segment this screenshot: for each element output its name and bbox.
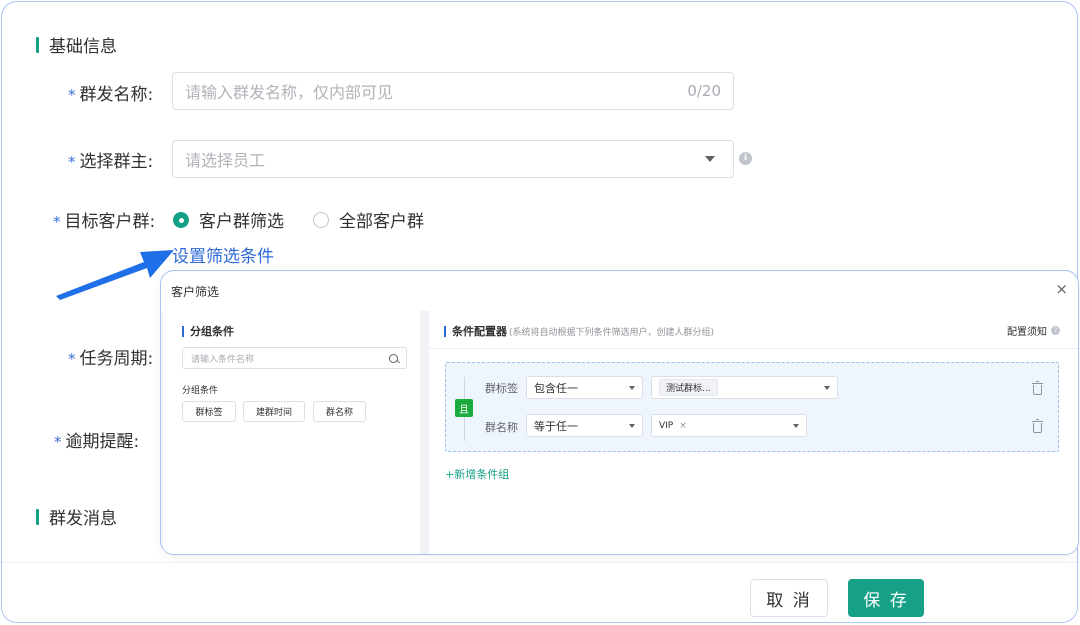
group-owner-select[interactable]: 请选择员工 [172,140,734,178]
group-owner-label: * 选择群主: [68,147,153,172]
section-group-message-title: 群发消息 [49,509,117,529]
condition-configurator-subtitle: (系统将自动根据下列条件筛选用户，创建人群分组) [509,327,715,338]
chevron-down-icon [793,423,799,428]
save-button[interactable]: 保 存 [848,579,924,617]
section-marker [444,325,446,337]
cancel-button[interactable]: 取 消 [750,579,828,617]
overdue-reminder-label-text: 逾期提醒: [65,432,140,452]
required-mark: * [68,86,76,104]
condition-value-select[interactable]: VIP × [651,414,807,437]
section-group-message: 群发消息 [36,504,117,529]
condition-search-placeholder: 请输入条件名称 [191,354,255,365]
pointer-arrow-icon [56,250,174,300]
condition-configurator-pane: 条件配置器 (系统将自动根据下列条件筛选用户，创建人群分组) 配置须知 ? 且 … [429,311,1078,554]
group-owner-label-text: 选择群主: [79,152,154,172]
target-group-label-text: 目标客户群: [64,212,156,232]
chevron-down-icon [629,385,635,390]
radio-all-groups-label: 全部客户群 [339,212,424,232]
condition-configurator-title: 条件配置器 (系统将自动根据下列条件筛选用户，创建人群分组) [444,323,714,339]
config-notice-text: 配置须知 [1007,327,1047,338]
group-conditions-caption: 分组条件 [182,386,219,396]
group-name-label-text: 群发名称: [79,85,154,105]
config-notice-link[interactable]: 配置须知 ? [1007,323,1060,338]
section-marker [182,325,184,337]
group-name-label: * 群发名称: [68,80,153,105]
condition-value-select[interactable]: 测试群标... [651,376,838,399]
target-group-label: * 目标客户群: [53,207,155,232]
required-mark: * [53,213,61,231]
condition-operator-value: 包含任一 [534,381,578,395]
condition-operator-value: 等于任一 [534,419,578,433]
chevron-down-icon [629,423,635,428]
group-name-char-count: 0/20 [687,82,721,100]
radio-all-groups[interactable]: 全部客户群 [313,207,424,232]
help-icon: ? [1051,326,1060,335]
delete-condition-icon[interactable] [1032,381,1043,395]
customer-filter-dialog: 客户筛选 × 分组条件 请输入条件名称 分组条件 群标签 建群时间 群名称 条件… [160,270,1079,555]
condition-operator-select[interactable]: 等于任一 [526,414,643,437]
required-mark: * [68,350,76,368]
pane-divider [429,348,1078,349]
form-footer: 取 消 保 存 [2,562,1077,622]
radio-group-filter[interactable]: 客户群筛选 [173,207,284,232]
condition-field-label: 群名称 [485,421,518,434]
condition-group: 且 群标签 包含任一 测试群标... 群名称 等于任一 VIP × [445,362,1059,452]
selected-tag-chip: 测试群标... [659,379,718,396]
section-marker [36,508,39,525]
condition-search-input[interactable]: 请输入条件名称 [182,347,407,369]
remove-tag-icon[interactable]: × [679,421,687,431]
add-condition-group-button[interactable]: +新增条件组 [445,466,509,482]
section-basic-info-title: 基础信息 [49,37,117,57]
radio-group-filter-label: 客户群筛选 [199,212,284,232]
dialog-header: 客户筛选 × [161,271,1078,311]
condition-field-label: 群标签 [485,382,518,395]
close-icon[interactable]: × [1055,281,1068,297]
group-owner-placeholder: 请选择员工 [185,151,266,170]
search-icon[interactable] [389,353,398,363]
chevron-down-icon [705,156,715,162]
overdue-reminder-label: * 逾期提醒: [54,427,139,452]
group-conditions-title-text: 分组条件 [190,325,234,338]
dialog-title: 客户筛选 [171,284,220,299]
chevron-down-icon [824,385,830,390]
selected-tag-chip: VIP × [659,421,687,431]
condition-configurator-title-text: 条件配置器 [452,325,507,338]
task-period-label: * 任务周期: [68,344,153,369]
task-period-label-text: 任务周期: [79,349,154,369]
section-marker [36,36,39,53]
condition-chip-group-tag[interactable]: 群标签 [182,401,236,422]
set-filter-conditions-link[interactable]: 设置筛选条件 [172,242,274,267]
section-basic-info: 基础信息 [36,32,117,57]
group-conditions-title: 分组条件 [182,323,234,339]
condition-chip-group-name[interactable]: 群名称 [313,401,366,422]
dialog-body: 分组条件 请输入条件名称 分组条件 群标签 建群时间 群名称 条件配置器 (系统… [161,311,1078,554]
group-name-input[interactable]: 请输入群发名称，仅内部可见 0/20 [172,72,734,110]
info-icon[interactable]: i [739,152,752,165]
group-conditions-pane: 分组条件 请输入条件名称 分组条件 群标签 建群时间 群名称 [163,311,420,554]
condition-chip-create-time[interactable]: 建群时间 [243,401,305,422]
required-mark: * [54,433,62,451]
required-mark: * [68,153,76,171]
and-toggle[interactable]: 且 [455,399,473,417]
radio-checked-icon [173,211,189,228]
radio-unchecked-icon [313,211,329,228]
condition-operator-select[interactable]: 包含任一 [526,376,643,399]
group-name-placeholder: 请输入群发名称，仅内部可见 [185,83,394,102]
selected-tag-text: VIP [659,420,674,431]
delete-condition-icon[interactable] [1032,419,1043,433]
